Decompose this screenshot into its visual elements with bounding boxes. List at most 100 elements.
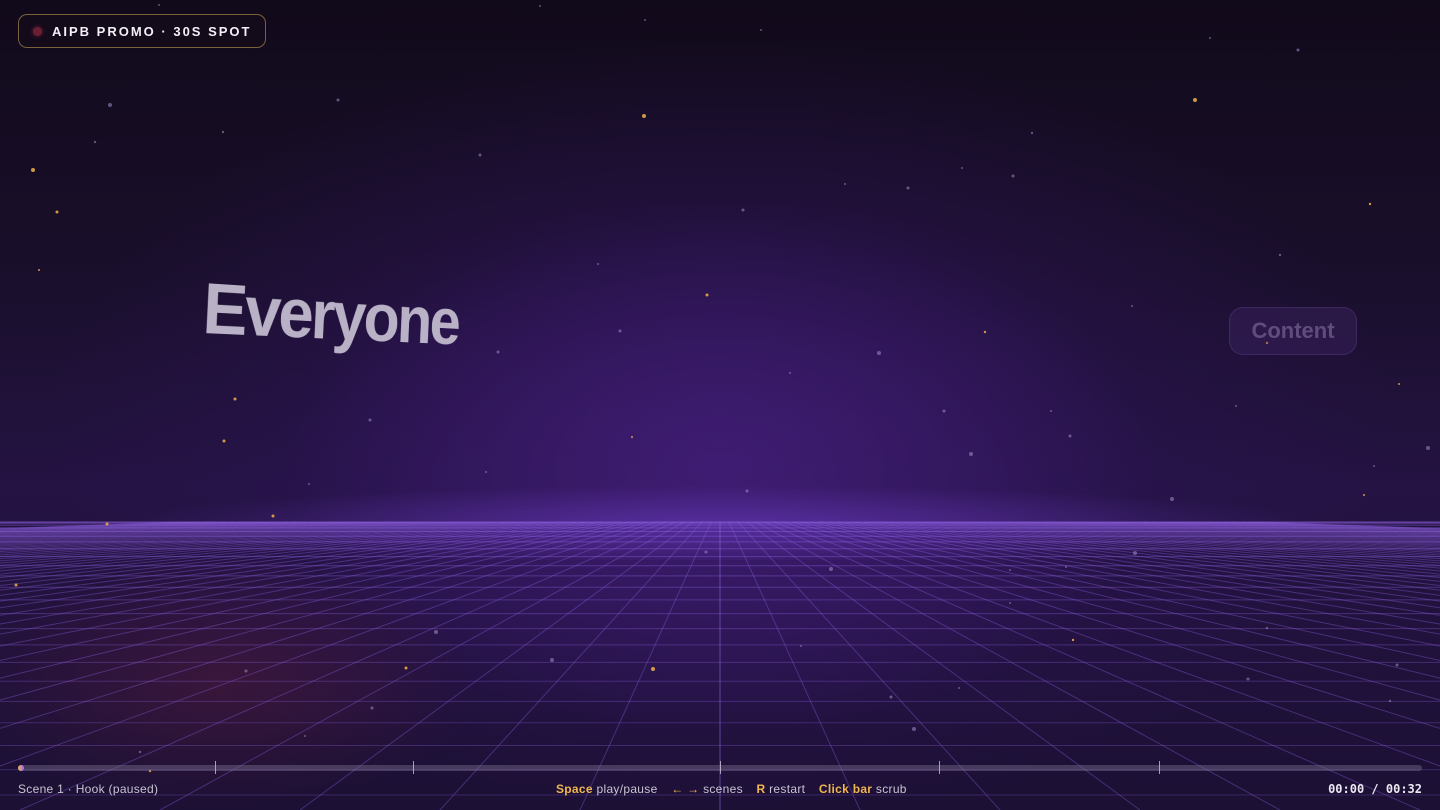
star-particle xyxy=(93,140,97,144)
star-particle xyxy=(368,418,372,422)
star-particle xyxy=(1030,131,1034,135)
star-particle xyxy=(644,19,646,21)
star-particle xyxy=(1209,37,1211,39)
star-particle xyxy=(705,293,709,297)
star-field xyxy=(14,4,1430,773)
hint-key: R xyxy=(756,782,766,796)
star-particle xyxy=(1009,602,1011,604)
star-particle xyxy=(496,350,500,354)
star-particle xyxy=(304,735,306,737)
star-particle xyxy=(14,583,18,587)
scene-marker-3[interactable] xyxy=(413,761,414,774)
hint-key: Space xyxy=(556,782,593,796)
star-particle xyxy=(1373,465,1375,467)
time-readout: 00:00 / 00:32 xyxy=(1328,782,1422,796)
star-particle xyxy=(158,4,160,6)
star-particle xyxy=(31,168,35,172)
star-particle xyxy=(631,436,633,438)
hint-action: scenes xyxy=(703,782,743,796)
star-particle xyxy=(844,183,846,185)
timeline-progress-fill xyxy=(18,765,24,771)
star-particle xyxy=(222,439,226,443)
star-particle xyxy=(55,210,59,214)
hint-action: play/pause xyxy=(596,782,658,796)
star-particle xyxy=(1368,202,1372,206)
star-particle xyxy=(1011,174,1015,178)
star-particle xyxy=(1065,566,1067,568)
promo-badge: AIPB PROMO · 30S SPOT xyxy=(18,14,267,48)
promo-stage: Everyone Content xyxy=(0,0,1440,810)
star-particle xyxy=(829,567,833,571)
hint-restart: R restart xyxy=(757,782,806,796)
scene-marker-5[interactable] xyxy=(939,761,940,774)
star-particle xyxy=(942,409,946,413)
star-particle xyxy=(597,263,599,265)
hint-action: restart xyxy=(769,782,806,796)
star-particle xyxy=(1050,410,1052,412)
scene-marker-6[interactable] xyxy=(1159,761,1160,774)
star-particle xyxy=(906,186,910,190)
star-particle xyxy=(1009,569,1011,571)
keyboard-hints: Space play/pause ← → scenes R restart Cl… xyxy=(556,782,917,796)
hint-scrub: Click bar scrub xyxy=(819,782,907,796)
star-particle xyxy=(1133,551,1137,555)
star-particle xyxy=(800,645,802,647)
star-particle xyxy=(1265,626,1269,630)
star-particle xyxy=(969,452,973,456)
star-particle xyxy=(370,706,374,710)
star-particle xyxy=(1296,48,1300,52)
star-particle xyxy=(1068,434,1072,438)
star-particle xyxy=(1363,494,1365,496)
scene-word-content: Content xyxy=(1251,318,1335,343)
scene-status: Scene 1 · Hook (paused) xyxy=(18,782,159,796)
star-particle xyxy=(1388,699,1392,703)
star-particle xyxy=(478,153,482,157)
star-particle xyxy=(539,5,541,7)
star-particle xyxy=(1395,663,1399,667)
hint-play-pause: Space play/pause xyxy=(556,782,658,796)
hint-action: scrub xyxy=(875,782,907,796)
star-particle xyxy=(336,98,340,102)
star-particle xyxy=(1398,383,1400,385)
star-particle xyxy=(789,372,791,374)
star-particle xyxy=(618,329,622,333)
timeline-scrub-bar[interactable] xyxy=(18,761,1422,774)
star-particle xyxy=(1278,253,1282,257)
star-particle xyxy=(1071,638,1075,642)
star-particle xyxy=(651,667,655,671)
star-particle xyxy=(1426,446,1430,450)
star-particle xyxy=(38,269,40,271)
record-dot-icon xyxy=(33,26,42,36)
star-particle xyxy=(404,666,408,670)
hint-scenes: ← → scenes xyxy=(671,782,743,796)
hint-key: ← → xyxy=(671,782,700,796)
star-particle xyxy=(550,658,554,662)
scene-marker-2[interactable] xyxy=(215,761,216,774)
star-particle xyxy=(741,208,745,212)
star-particle xyxy=(889,695,893,699)
badge-label: AIPB PROMO · 30S SPOT xyxy=(52,23,252,39)
scene-marker-4[interactable] xyxy=(720,761,721,774)
star-particle xyxy=(1170,497,1174,501)
star-particle xyxy=(745,489,749,493)
hint-key: Click bar xyxy=(818,782,873,796)
star-particle xyxy=(233,397,237,401)
star-particle xyxy=(1131,305,1133,307)
star-particle xyxy=(271,514,275,518)
star-particle xyxy=(958,687,960,689)
star-particle xyxy=(704,550,708,554)
star-particle xyxy=(434,630,438,634)
star-particle xyxy=(961,167,963,169)
star-particle xyxy=(138,750,142,754)
star-particle xyxy=(244,669,248,673)
star-particle xyxy=(221,130,225,134)
star-particle xyxy=(642,114,646,118)
star-particle xyxy=(1193,98,1197,102)
star-particle xyxy=(983,330,987,334)
star-particle xyxy=(308,483,310,485)
star-particle xyxy=(760,29,762,31)
star-particle xyxy=(108,103,112,107)
star-particle xyxy=(105,522,109,526)
star-particle xyxy=(485,471,487,473)
scene-word-chip: Content xyxy=(1229,307,1357,355)
